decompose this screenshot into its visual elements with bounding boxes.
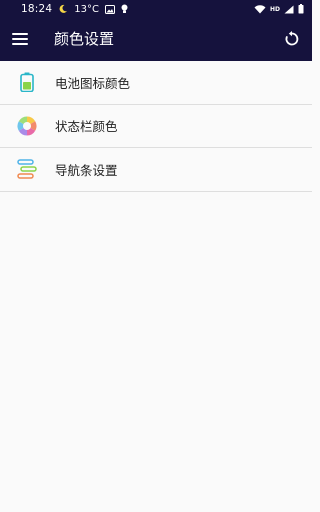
moon-icon xyxy=(58,4,68,14)
list-item-label: 导航条设置 xyxy=(55,162,118,178)
list-item-label: 电池图标颜色 xyxy=(55,75,131,91)
status-temperature: 13°C xyxy=(74,3,99,15)
signal-icon xyxy=(284,5,294,14)
hd-icon: HD xyxy=(269,5,280,13)
battery-icon xyxy=(298,4,304,14)
menu-icon-line xyxy=(12,33,28,35)
wifi-icon xyxy=(254,4,266,14)
reset-icon[interactable] xyxy=(282,29,302,49)
menu-icon[interactable] xyxy=(12,30,30,48)
navigation-bar-icon xyxy=(16,158,38,180)
lightbulb-icon xyxy=(121,4,128,14)
status-left-group: 18:24 13°C xyxy=(21,3,128,15)
status-bar: 18:24 13°C HD xyxy=(0,0,312,18)
page-title: 颜色设置 xyxy=(54,30,115,48)
status-right-group: HD xyxy=(254,4,304,14)
image-icon xyxy=(104,4,115,14)
battery-color-icon xyxy=(16,71,38,93)
list-item-statusbar-color[interactable]: 状态栏颜色 xyxy=(0,104,312,148)
status-time: 18:24 xyxy=(21,3,53,15)
list-item-battery-color[interactable]: 电池图标颜色 xyxy=(0,61,312,105)
list-item-navbar-settings[interactable]: 导航条设置 xyxy=(0,148,312,192)
menu-icon-line xyxy=(12,38,28,40)
list-item-label: 状态栏颜色 xyxy=(55,119,118,135)
menu-icon-line xyxy=(12,43,28,45)
app-bar: 颜色设置 xyxy=(0,18,312,61)
settings-list: 电池图标颜色 状态栏颜色 导航条设置 xyxy=(0,61,312,192)
color-wheel-icon xyxy=(16,115,38,137)
